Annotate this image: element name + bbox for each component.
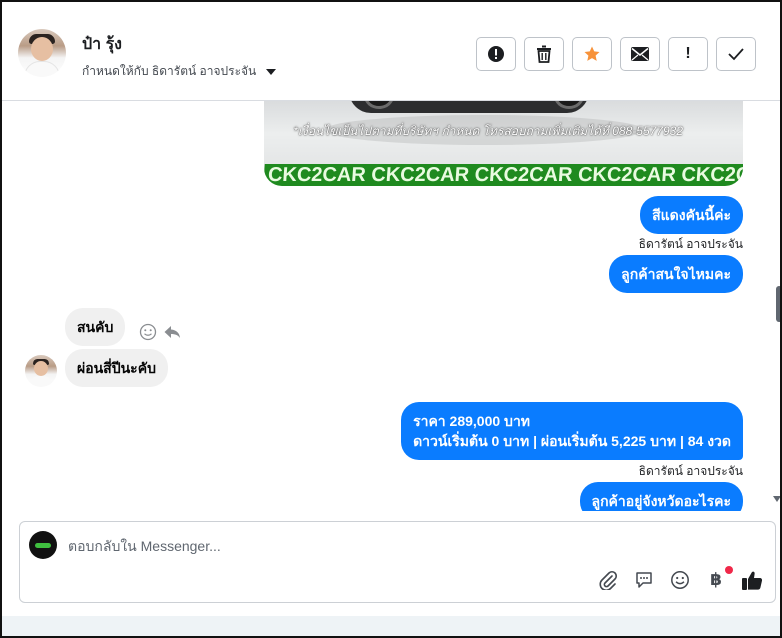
message-bubble-outgoing[interactable]: สีแดงคันนี้ค่ะ [640, 196, 743, 234]
contact-name[interactable]: ป๋า รุ้ง [82, 32, 122, 57]
reply-icon[interactable] [163, 323, 181, 344]
price-line: ราคา 289,000 บาท [413, 413, 531, 429]
caret-down-icon [266, 68, 277, 75]
conversation-header: ป๋า รุ้ง กำหนดให้กับ ธิดารัตน์ อาจประจัน [2, 2, 780, 101]
follow-up-icon: ! [685, 45, 691, 62]
message-bubble-outgoing[interactable]: ลูกค้าสนใจไหมคะ [609, 255, 743, 293]
image-note: *เงื่อนไขเป็นไปตามที่บริษัทฯ กำหนด โทรสอ… [293, 124, 683, 138]
scroll-down-arrow[interactable] [773, 496, 780, 502]
page-avatar [29, 531, 57, 559]
sender-name: ธิดารัตน์ อาจประจัน [638, 464, 743, 478]
react-icon[interactable] [139, 323, 157, 344]
message-composer: ฿ [19, 521, 776, 603]
message-thread[interactable]: *เงื่อนไขเป็นไปตามที่บริษัทฯ กำหนด โทรสอ… [2, 101, 780, 511]
message-bubble-outgoing[interactable]: ลูกค้าอยู่จังหวัดอะไรคะ [579, 482, 743, 511]
trash-icon [537, 45, 551, 63]
follow-up-button[interactable]: ! [668, 37, 708, 71]
check-icon [728, 48, 744, 61]
car-promo-image[interactable]: *เงื่อนไขเป็นไปตามที่บริษัทฯ กำหนด โทรสอ… [264, 101, 743, 186]
saved-reply-icon[interactable] [632, 568, 656, 592]
emoji-icon[interactable] [668, 568, 692, 592]
mark-unread-button[interactable] [620, 37, 660, 71]
mail-icon [631, 47, 649, 61]
image-brand-band: CKC2CAR CKC2CAR CKC2CAR CKC2CAR CKC2CAR … [264, 164, 743, 186]
mark-done-button[interactable] [716, 37, 756, 71]
window-bottom-strip [2, 616, 780, 636]
reply-input[interactable] [68, 536, 668, 556]
contact-avatar[interactable] [18, 29, 66, 77]
delete-button[interactable] [524, 37, 564, 71]
star-icon [584, 46, 600, 61]
message-bubble-outgoing-multiline[interactable]: ราคา 289,000 บาท ดาวน์เริ่มต้น 0 บาท | ผ… [401, 402, 743, 460]
notification-dot [725, 566, 733, 574]
contact-avatar-small[interactable] [25, 355, 57, 387]
assignee-dropdown[interactable]: กำหนดให้กับ ธิดารัตน์ อาจประจัน [82, 62, 277, 81]
star-button[interactable] [572, 37, 612, 71]
assignee-label: กำหนดให้กับ ธิดารัตน์ อาจประจัน [82, 64, 257, 78]
scrollbar-thumb[interactable] [776, 286, 780, 322]
sender-name: ธิดารัตน์ อาจประจัน [638, 237, 743, 251]
attach-icon[interactable] [596, 568, 620, 592]
like-icon[interactable] [740, 568, 764, 592]
spam-icon [488, 46, 504, 62]
message-bubble-incoming[interactable]: สนคับ [65, 308, 126, 346]
mark-spam-button[interactable] [476, 37, 516, 71]
inbox-conversation-window: ป๋า รุ้ง กำหนดให้กับ ธิดารัตน์ อาจประจัน [0, 0, 782, 638]
installment-line: ดาวน์เริ่มต้น 0 บาท | ผ่อนเริ่มต้น 5,225… [413, 433, 731, 449]
message-bubble-incoming[interactable]: ผ่อนสี่ปีนะคับ [65, 349, 168, 387]
